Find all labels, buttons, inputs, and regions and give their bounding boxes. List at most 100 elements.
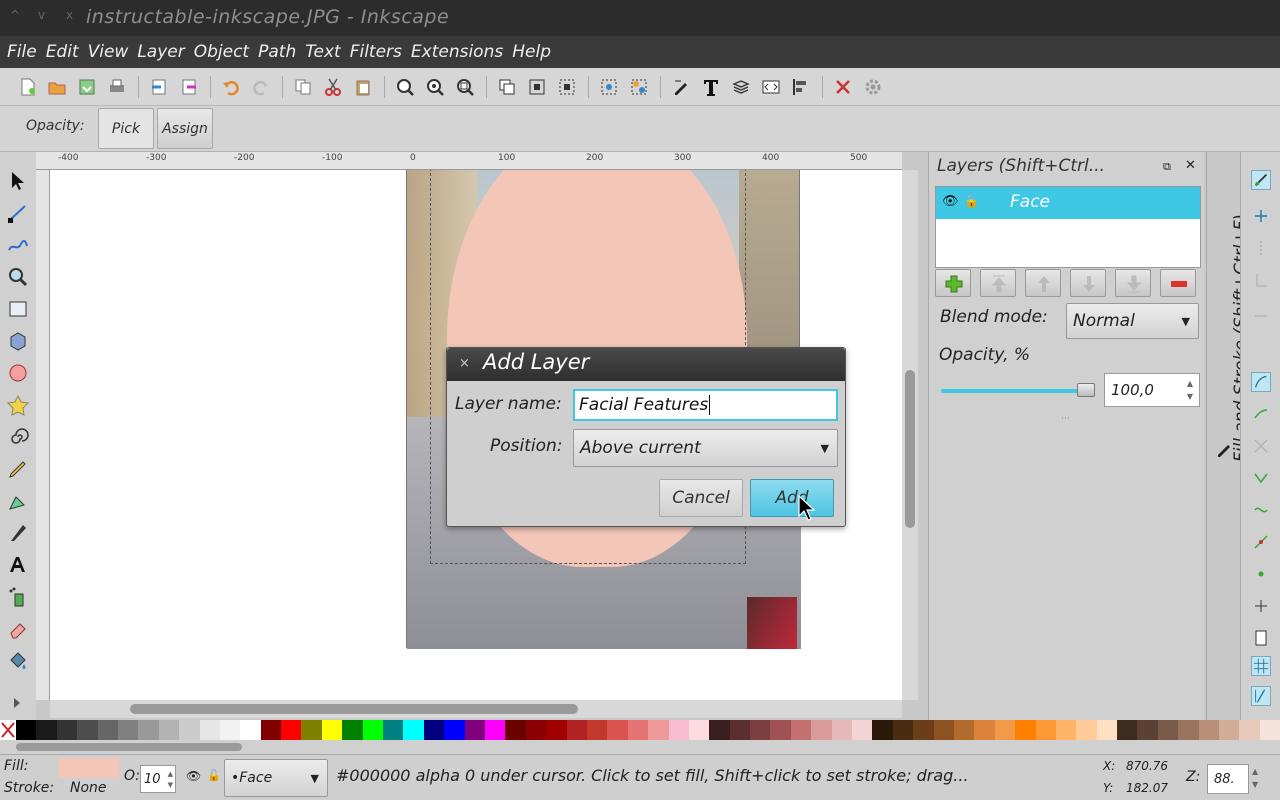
zoom-page-icon[interactable]: [456, 78, 474, 96]
color-swatch[interactable]: [444, 720, 465, 740]
copy-icon[interactable]: [294, 78, 312, 96]
tweak-tool-icon[interactable]: [7, 234, 29, 256]
snap-enable-icon[interactable]: [1251, 170, 1271, 190]
menu-extensions[interactable]: Extensions: [411, 42, 503, 62]
color-swatch[interactable]: [1259, 720, 1280, 740]
ellipse-tool-icon[interactable]: [7, 362, 29, 384]
zoom-selection-icon[interactable]: [396, 78, 414, 96]
color-swatch[interactable]: [179, 720, 200, 740]
color-swatch[interactable]: [321, 720, 343, 740]
snap-rotation-center-icon[interactable]: [1251, 596, 1271, 616]
color-swatch[interactable]: [301, 720, 322, 740]
zoom-spin-arrows-icon[interactable]: ▲ ▼: [1252, 765, 1258, 791]
color-swatch[interactable]: [974, 720, 995, 740]
fill-stroke-icon[interactable]: [672, 78, 690, 96]
color-swatch[interactable]: [892, 720, 914, 740]
snap-nodes-icon[interactable]: [1251, 372, 1271, 392]
layer-name-input[interactable]: Facial Features: [573, 389, 838, 421]
color-swatch[interactable]: [1137, 720, 1158, 740]
eraser-tool-icon[interactable]: [7, 618, 29, 640]
color-swatch[interactable]: [505, 720, 526, 740]
color-swatch[interactable]: [586, 720, 608, 740]
rectangle-tool-icon[interactable]: [7, 298, 29, 320]
new-document-icon[interactable]: [19, 78, 37, 96]
layer-list[interactable]: 👁 🔓 Face: [935, 186, 1201, 268]
paste-icon[interactable]: [354, 78, 372, 96]
blend-mode-select[interactable]: Normal ▼: [1066, 303, 1199, 339]
spin-arrows-icon[interactable]: ▲ ▼: [1187, 377, 1193, 403]
add-layer-button[interactable]: [935, 269, 971, 297]
fill-indicator[interactable]: [59, 758, 119, 778]
snap-bbox-corner-icon[interactable]: [1251, 270, 1271, 290]
color-swatch[interactable]: [1035, 720, 1056, 740]
add-button[interactable]: Add: [750, 479, 834, 517]
menu-help[interactable]: Help: [512, 42, 551, 62]
paint-bucket-tool-icon[interactable]: [7, 650, 29, 672]
lower-layer-button[interactable]: [1070, 269, 1106, 297]
import-icon[interactable]: [150, 78, 168, 96]
menu-edit[interactable]: Edit: [46, 42, 79, 62]
object-opacity-spinbox[interactable]: 10 ▲ ▼: [140, 765, 176, 793]
snap-grid-icon[interactable]: [1251, 656, 1271, 676]
horizontal-scroll-thumb[interactable]: [130, 704, 578, 714]
color-swatch[interactable]: [36, 720, 57, 740]
color-swatch[interactable]: [1219, 720, 1240, 740]
no-paint-swatch[interactable]: [0, 720, 16, 740]
snap-intersection-icon[interactable]: [1251, 436, 1271, 456]
color-swatch[interactable]: [117, 720, 139, 740]
spray-tool-icon[interactable]: [7, 586, 29, 608]
color-swatch[interactable]: [648, 720, 669, 740]
color-swatch[interactable]: [790, 720, 812, 740]
color-swatch[interactable]: [281, 720, 302, 740]
open-folder-icon[interactable]: [48, 78, 66, 96]
color-swatch[interactable]: [138, 720, 159, 740]
layers-icon[interactable]: [732, 78, 750, 96]
snap-bbox-midpoint-icon[interactable]: [1251, 302, 1271, 322]
color-swatch[interactable]: [688, 720, 710, 740]
menu-file[interactable]: File: [7, 42, 37, 62]
color-swatch[interactable]: [260, 720, 282, 740]
current-layer-select[interactable]: •Face ▼: [224, 759, 328, 797]
pick-button[interactable]: Pick: [98, 108, 154, 149]
color-swatch[interactable]: [913, 720, 934, 740]
color-swatch[interactable]: [1076, 720, 1097, 740]
delete-layer-button[interactable]: [1160, 269, 1196, 297]
ungroup-icon[interactable]: [630, 78, 648, 96]
unlink-clone-icon[interactable]: [558, 78, 576, 96]
pen-tool-icon[interactable]: [7, 490, 29, 512]
layer-name[interactable]: Face: [1010, 192, 1050, 212]
preferences-gear-icon[interactable]: [864, 78, 882, 96]
snap-midpoints-icon[interactable]: [1251, 532, 1271, 552]
palette-scrollbar[interactable]: [0, 740, 1280, 754]
color-swatch[interactable]: [1157, 720, 1179, 740]
color-swatch[interactable]: [953, 720, 975, 740]
color-swatch[interactable]: [56, 720, 78, 740]
window-close-icon[interactable]: x: [66, 8, 73, 22]
color-swatch[interactable]: [770, 720, 791, 740]
color-swatch[interactable]: [546, 720, 567, 740]
color-swatch[interactable]: [566, 720, 587, 740]
eye-visibility-icon[interactable]: 👁: [942, 194, 959, 209]
color-swatch[interactable]: [831, 720, 853, 740]
opacity-spinbox[interactable]: 100,0 ▲ ▼: [1104, 373, 1200, 407]
zoom-spinbox[interactable]: 88.: [1207, 764, 1249, 794]
cut-icon[interactable]: [324, 78, 342, 96]
zoom-drawing-icon[interactable]: [426, 78, 444, 96]
lock-icon[interactable]: 🔓: [964, 194, 979, 208]
snap-bbox-edge-icon[interactable]: [1251, 238, 1271, 258]
pencil-tool-icon[interactable]: [7, 458, 29, 480]
text-tool-icon[interactable]: [7, 554, 29, 576]
color-swatch[interactable]: [709, 720, 730, 740]
window-shade-icon[interactable]: ^: [10, 8, 20, 22]
snap-center-icon[interactable]: [1251, 564, 1271, 584]
color-swatch[interactable]: [97, 720, 118, 740]
dock-grip[interactable]: ⋯: [1061, 414, 1070, 424]
window-minimize-icon[interactable]: v: [38, 8, 45, 22]
layer-row-face[interactable]: 👁 🔓 Face: [936, 187, 1200, 219]
redo-icon[interactable]: [252, 78, 270, 96]
color-swatch[interactable]: [1015, 720, 1036, 740]
eye-visibility-icon[interactable]: 👁: [186, 769, 201, 783]
opacity-slider-handle[interactable]: [1077, 383, 1095, 397]
color-swatch[interactable]: [1096, 720, 1118, 740]
fill-stroke-tab[interactable]: Fill and Stroke (Shift+Ctrl+F): [1206, 152, 1251, 720]
